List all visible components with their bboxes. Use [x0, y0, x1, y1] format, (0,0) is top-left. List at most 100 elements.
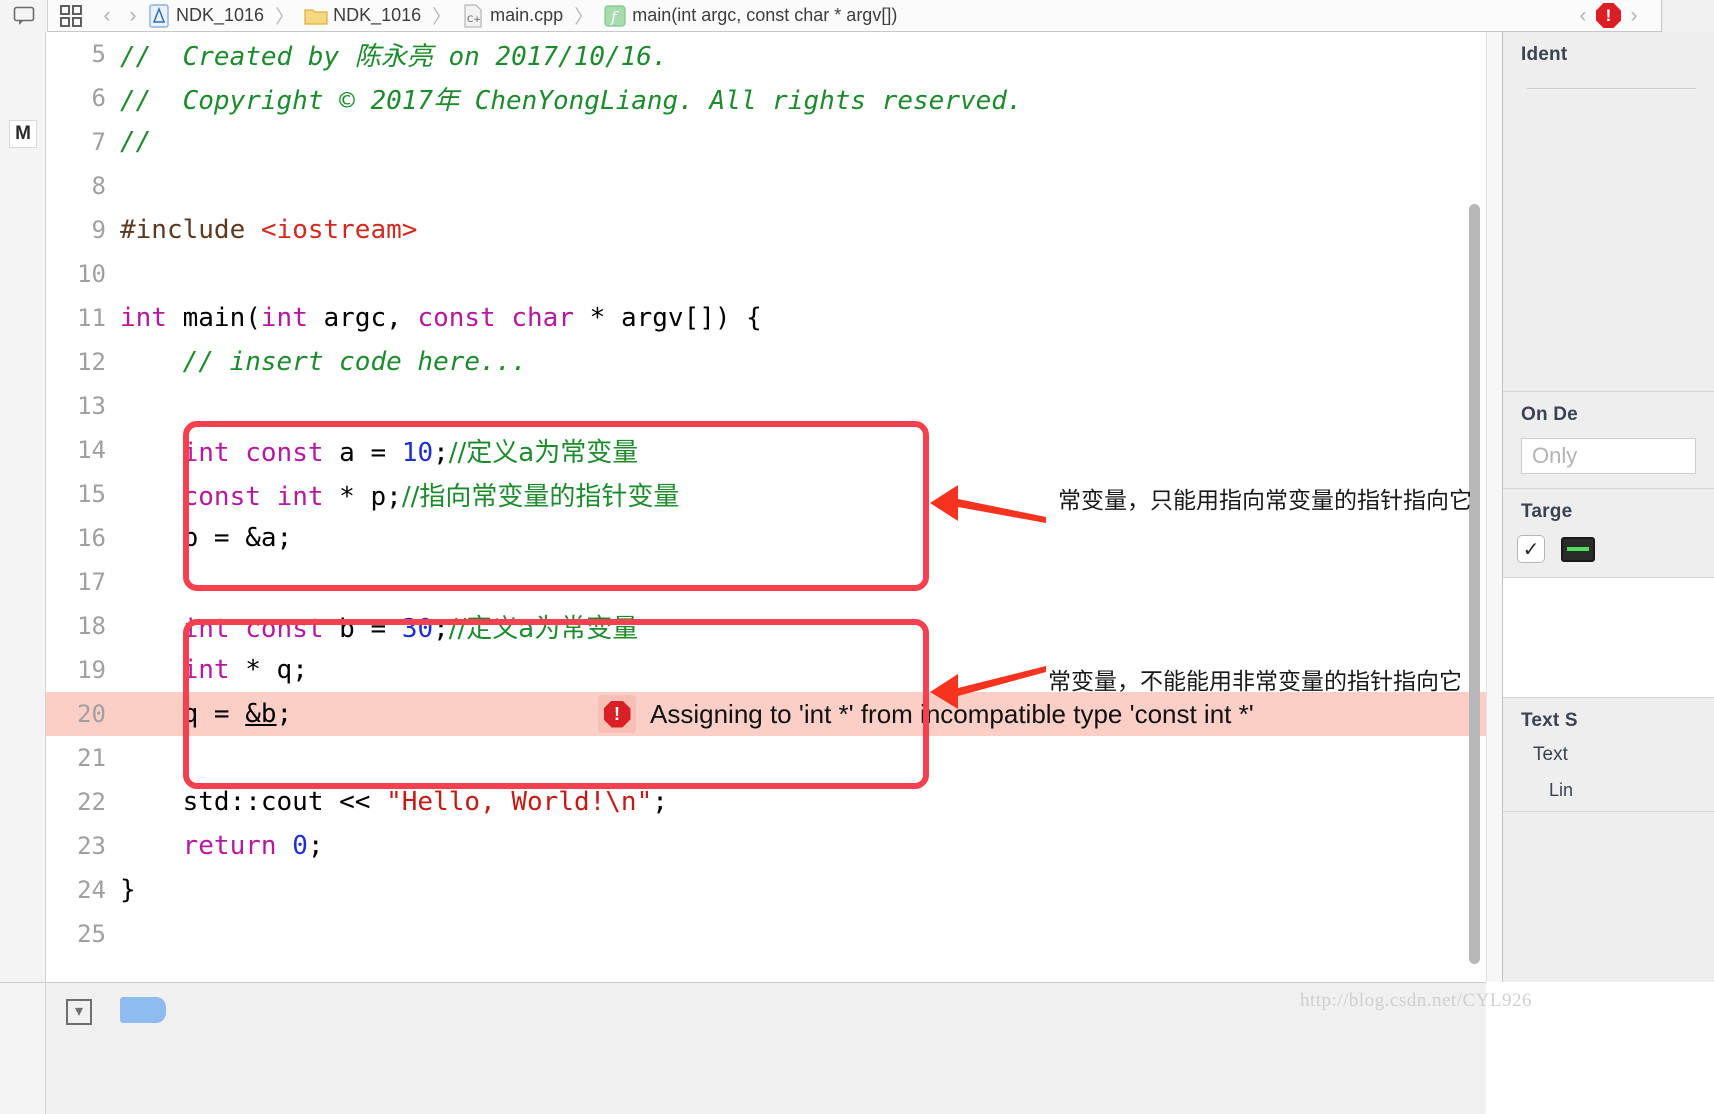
code-token: ; [276, 699, 293, 729]
bottom-left-column [0, 982, 46, 1114]
line-number: 10 [77, 260, 106, 288]
code-line[interactable]: 13 [46, 384, 1486, 428]
inspector-line-endings-label: Lin [1549, 780, 1574, 800]
line-number: 7 [91, 128, 106, 156]
code-token: // Created by 陈永亮 on 2017/10/16. [120, 41, 668, 72]
line-number: 16 [77, 524, 106, 552]
breadcrumb-separator: 〉 [574, 7, 594, 28]
next-issue-button[interactable]: › [1621, 0, 1647, 32]
inspector-divider [1527, 88, 1696, 89]
breadcrumb-item-folder[interactable]: NDK_1016 [303, 0, 422, 32]
breadcrumb-item-project[interactable]: NDK_1016 [146, 0, 265, 32]
code-line[interactable]: 16 p = &a; [46, 516, 1486, 560]
target-membership-row[interactable]: ✓ [1503, 523, 1714, 567]
code-line[interactable]: 10 [46, 252, 1486, 296]
code-token: //指向常变量的指针变量 [401, 481, 680, 512]
breadcrumb: NDK_1016 〉 NDK_1016 〉 C+ main.cpp 〉 f ma… [146, 0, 1570, 32]
code-line[interactable]: 8 [46, 164, 1486, 208]
editor-vertical-scrollbar[interactable] [1469, 204, 1480, 964]
code-line[interactable]: 24} [46, 868, 1486, 912]
editor-scroll-strip [1486, 32, 1502, 982]
code-line[interactable]: 14 int const a = 10;//定义a为常变量 [46, 428, 1486, 472]
inline-error-message[interactable]: ! Assigning to 'int *' from incompatible … [598, 692, 1254, 736]
inspector-identity-title: Ident [1521, 44, 1568, 65]
code-token: char [511, 303, 574, 333]
filter-icon[interactable]: ▾ [66, 999, 92, 1025]
code-text: // insert code here... [120, 347, 527, 377]
code-line[interactable]: 22 std::cout << "Hello, World!\n"; [46, 780, 1486, 824]
code-line[interactable]: 7 // [46, 120, 1486, 164]
code-token: int [182, 437, 230, 468]
breadcrumb-item-function[interactable]: f main(int argc, const char * argv[]) [602, 0, 898, 32]
code-text: int main(int argc, const char * argv[]) … [120, 303, 762, 333]
code-line[interactable]: 6 // Copyright © 2017年 ChenYongLiang. All… [46, 76, 1486, 120]
toolbar-end-pane [1662, 0, 1714, 32]
code-token: int [260, 303, 308, 333]
code-line[interactable]: 9 #include <iostream> [46, 208, 1486, 252]
tag-icon[interactable] [120, 997, 166, 1023]
inspector-text-encoding-label: Text [1533, 744, 1568, 765]
code-line[interactable]: 25 [46, 912, 1486, 956]
line-number: 13 [77, 392, 106, 420]
watermark-url: http://blog.csdn.net/CYL926 [1300, 990, 1532, 1011]
code-line[interactable]: 23 return 0; [46, 824, 1486, 868]
jump-bar-forward-button[interactable]: › [120, 0, 146, 32]
issue-navigation-group: ‹ ! › [1570, 0, 1714, 32]
show-assistant-grid-button[interactable] [48, 0, 94, 32]
previous-issue-button[interactable]: ‹ [1570, 0, 1596, 32]
target-device-icon [1561, 536, 1595, 562]
svg-text:C+: C+ [467, 15, 481, 25]
code-token: ; [307, 831, 324, 861]
code-text: p = &a; [120, 523, 293, 553]
annotation-arrow-1 [930, 485, 1046, 523]
code-line[interactable]: 5 // Created by 陈永亮 on 2017/10/16. [46, 32, 1486, 76]
code-line[interactable]: 20 q = &b; ! Assigning to 'int *' from inc… [46, 692, 1486, 736]
breadcrumb-separator: 〉 [275, 7, 295, 28]
related-items-button[interactable] [0, 0, 48, 32]
code-token: q = [120, 699, 246, 729]
code-line[interactable]: 21 [46, 736, 1486, 780]
code-text: return 0; [120, 831, 324, 861]
code-line[interactable]: 11 int main(int argc, const char * argv[]… [46, 296, 1486, 340]
annotation-text-nonconst-pointer: 常变量，不能能用非常变量的指针指向它 [1048, 669, 1462, 695]
code-token: <iostream> [260, 215, 418, 245]
code-line[interactable]: 17 [46, 560, 1486, 604]
jump-bar-back-button[interactable]: ‹ [94, 0, 120, 32]
inspector-text-settings-title: Text S [1521, 710, 1578, 731]
related-items-icon [13, 6, 34, 25]
code-line[interactable]: 12 // insert code here... [46, 340, 1486, 384]
inspector-target-title: Targe [1521, 501, 1573, 522]
code-text: // Created by 陈永亮 on 2017/10/16. [120, 36, 668, 73]
code-token: #include [120, 215, 261, 245]
code-token: p = &a; [120, 523, 293, 553]
code-line[interactable]: 18 int const b = 30;//定义a为常变量 [46, 604, 1486, 648]
jump-bar-toolbar: ‹ › NDK_1016 〉 NDK_1016 〉 C+ main.cpp 〉 … [0, 0, 1714, 32]
breadcrumb-item-file[interactable]: C+ main.cpp [460, 0, 564, 32]
cpp-file-icon: C+ [461, 3, 485, 28]
code-token: * argv[]) { [574, 303, 762, 333]
code-token: ; [433, 437, 449, 468]
target-membership-checkbox[interactable]: ✓ [1517, 535, 1545, 563]
function-icon: f [603, 4, 627, 27]
code-token: ; [433, 613, 449, 644]
inspector-text-settings-section: Text S Text Lin [1503, 698, 1714, 812]
code-token: } [120, 875, 136, 905]
issue-error-badge-icon[interactable]: ! [1596, 3, 1621, 28]
annotation-arrow-2 [930, 666, 1046, 709]
editor-left-gutter-ribbon: M [0, 32, 46, 982]
project-icon [147, 3, 171, 28]
code-text: int * q; [120, 655, 308, 685]
code-token: //定义a为常变量 [448, 437, 639, 468]
code-text: #include <iostream> [120, 215, 417, 245]
on-demand-resource-tags-input[interactable]: Only [1521, 438, 1696, 474]
line-number: 23 [77, 832, 106, 860]
line-number: 21 [77, 744, 106, 772]
line-number: 22 [77, 788, 106, 816]
